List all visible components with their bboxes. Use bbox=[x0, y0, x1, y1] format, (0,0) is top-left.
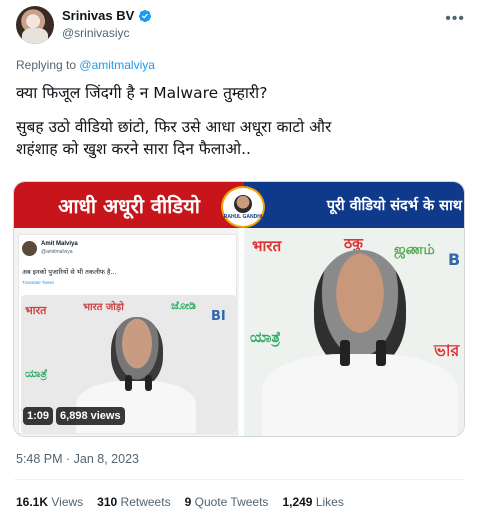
video-duration: 1:09 bbox=[23, 407, 54, 425]
quote-tweets-label: Quote Tweets bbox=[194, 495, 269, 509]
replying-target-link[interactable]: @amitmalviya bbox=[79, 58, 155, 72]
author-name-row: Srinivas BV bbox=[62, 8, 152, 23]
tweet-stats: 16.1K Views 310 Retweets 9 Quote Tweets … bbox=[16, 495, 344, 509]
divider bbox=[14, 479, 465, 480]
embed-handle: @amitmalviya bbox=[41, 249, 73, 255]
logo-text: RAHUL GANDHI bbox=[223, 213, 263, 220]
retweets-count: 310 bbox=[97, 495, 118, 509]
likes-count: 1,249 bbox=[282, 495, 313, 509]
logo-face-icon bbox=[234, 194, 252, 213]
tweet-header: Srinivas BV @srinivasiyc ••• bbox=[16, 6, 465, 46]
tweet-line-2: सुबह उठो वीडियो छांटो, फिर उसे आधा अधूरा… bbox=[16, 118, 332, 136]
banner-right: पूरी वीडियो संदर्भ के साथ bbox=[244, 182, 464, 228]
tweet-text: क्या फिजूल जिंदगी है न Malware तुम्हारी?… bbox=[16, 82, 466, 160]
embedded-tweet: Amit Malviya @amitmalviya अब इनको पुजारि… bbox=[18, 234, 237, 434]
views-count: 16.1K bbox=[16, 495, 49, 509]
logo-badge: RAHUL GANDHI bbox=[221, 186, 265, 228]
quote-tweets-stat[interactable]: 9 Quote Tweets bbox=[185, 495, 269, 509]
views-label: Views bbox=[51, 495, 84, 509]
retweets-label: Retweets bbox=[120, 495, 171, 509]
quote-tweets-count: 9 bbox=[184, 495, 192, 509]
tweet-line-3: शहंशाह को खुश करने सारा दिन फैलाओ.. bbox=[16, 140, 251, 158]
avatar[interactable] bbox=[16, 6, 54, 44]
video-views: 6,898 views bbox=[56, 407, 125, 425]
left-video-panel: Amit Malviya @amitmalviya अब इनको पुजारि… bbox=[14, 228, 241, 436]
views-stat[interactable]: 16.1K Views bbox=[16, 495, 83, 509]
tweet-video[interactable]: आधी अधूरी वीडियो पूरी वीडियो संदर्भ के स… bbox=[13, 181, 465, 437]
embed-name: Amit Malviya bbox=[41, 241, 78, 247]
retweets-stat[interactable]: 310 Retweets bbox=[97, 495, 170, 509]
banner-right-text: पूरी वीडियो संदर्भ के साथ bbox=[326, 198, 462, 214]
embed-text: अब इनको पुजारियों से भी तकलीफ है... bbox=[22, 268, 117, 276]
more-options-icon[interactable]: ••• bbox=[445, 10, 465, 28]
replying-to: Replying to @amitmalviya bbox=[16, 58, 155, 72]
tweet-line-1: क्या फिजूल जिंदगी है न Malware तुम्हारी? bbox=[16, 84, 268, 102]
verified-badge-icon bbox=[139, 9, 152, 22]
right-video-panel: भारत ठकु ஜணம் B ಯಾತ್ರೆ ভার bbox=[244, 228, 464, 436]
likes-label: Likes bbox=[315, 495, 344, 509]
replying-prefix: Replying to bbox=[16, 58, 77, 72]
embed-translate: Translate Tweet bbox=[22, 280, 54, 285]
likes-stat[interactable]: 1,249 Likes bbox=[282, 495, 343, 509]
banner-left-text: आधी अधूरी वीडियो bbox=[58, 193, 200, 218]
embed-avatar bbox=[22, 241, 37, 256]
video-badges: 1:09 6,898 views bbox=[23, 407, 125, 425]
banner-left: आधी अधूरी वीडियो bbox=[14, 182, 244, 228]
author-handle[interactable]: @srinivasiyc bbox=[62, 26, 130, 40]
tweet-timestamp[interactable]: 5:48 PM · Jan 8, 2023 bbox=[16, 452, 139, 466]
author-name[interactable]: Srinivas BV bbox=[62, 8, 134, 23]
